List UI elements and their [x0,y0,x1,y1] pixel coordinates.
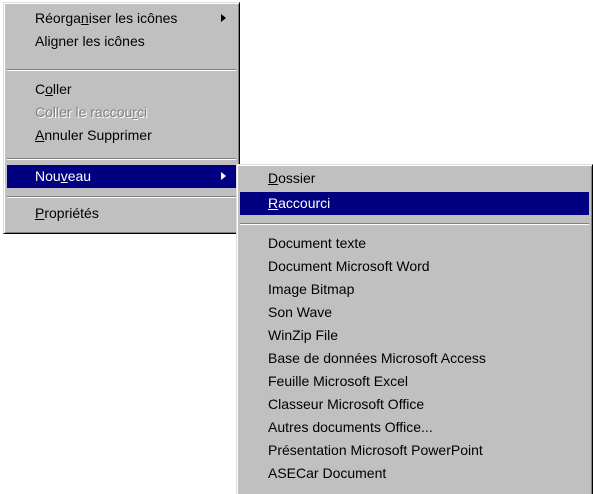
menu-item-reorganiser-icones[interactable]: Réorganiser les icônes [7,7,236,30]
menu-item-nouveau[interactable]: Nouveau [7,165,236,188]
menu-item-label: Aligner les icônes [35,33,145,49]
submenu-item-document-word[interactable]: Document Microsoft Word [240,255,589,278]
submenu-arrow-icon [221,172,226,180]
submenu-item-son-wave[interactable]: Son Wave [240,301,589,324]
submenu-item-access-database[interactable]: Base de données Microsoft Access [240,347,589,370]
submenu-item-image-bitmap[interactable]: Image Bitmap [240,278,589,301]
submenu-arrow-icon [221,14,226,22]
menu-item-label: Nouveau [35,168,92,184]
menu-item-label: Autres documents Office... [268,419,433,435]
menu-item-label: Coller le raccourci [35,104,148,120]
submenu-item-dossier[interactable]: Dossier [240,167,589,190]
menu-separator [7,158,236,160]
menu-separator [7,69,236,71]
submenu-item-powerpoint-presentation[interactable]: Présentation Microsoft PowerPoint [240,439,589,462]
submenu-item-excel-sheet[interactable]: Feuille Microsoft Excel [240,370,589,393]
submenu-item-document-texte[interactable]: Document texte [240,232,589,255]
menu-item-label: Classeur Microsoft Office [268,396,425,412]
submenu-item-asecar-document[interactable]: ASECar Document [240,462,589,485]
menu-item-label: Base de données Microsoft Access [268,350,486,366]
menu-item-aligner-icones[interactable]: Aligner les icônes [7,30,236,53]
menu-item-coller-raccourci: Coller le raccourci [7,101,236,124]
menu-item-label: Propriétés [35,205,99,221]
menu-item-label: Document Microsoft Word [268,258,430,274]
nouveau-submenu: Dossier Raccourci Document texte Documen… [236,164,593,494]
menu-separator [240,223,589,225]
submenu-item-office-binder[interactable]: Classeur Microsoft Office [240,393,589,416]
menu-item-label: Feuille Microsoft Excel [268,373,409,389]
menu-item-label: Dossier [268,170,316,186]
menu-item-label: Image Bitmap [268,281,355,297]
menu-item-label: Coller [35,81,72,97]
menu-item-coller[interactable]: Coller [7,78,236,101]
menu-item-label: Réorganiser les icônes [35,10,178,26]
desktop-context-menu: Réorganiser les icônes Aligner les icône… [3,2,240,234]
menu-item-label: Raccourci [268,195,331,211]
menu-separator [7,196,236,198]
submenu-item-other-office-documents[interactable]: Autres documents Office... [240,416,589,439]
menu-item-label: ASECar Document [268,465,387,481]
menu-item-proprietes[interactable]: Propriétés [7,202,236,225]
menu-item-label: Son Wave [268,304,333,320]
menu-item-annuler-supprimer[interactable]: Annuler Supprimer [7,124,236,147]
submenu-item-winzip-file[interactable]: WinZip File [240,324,589,347]
menu-item-label: Annuler Supprimer [35,127,152,143]
menu-item-label: Document texte [268,235,367,251]
menu-item-label: WinZip File [268,327,339,343]
menu-item-label: Présentation Microsoft PowerPoint [268,442,483,458]
submenu-item-raccourci[interactable]: Raccourci [240,192,589,215]
